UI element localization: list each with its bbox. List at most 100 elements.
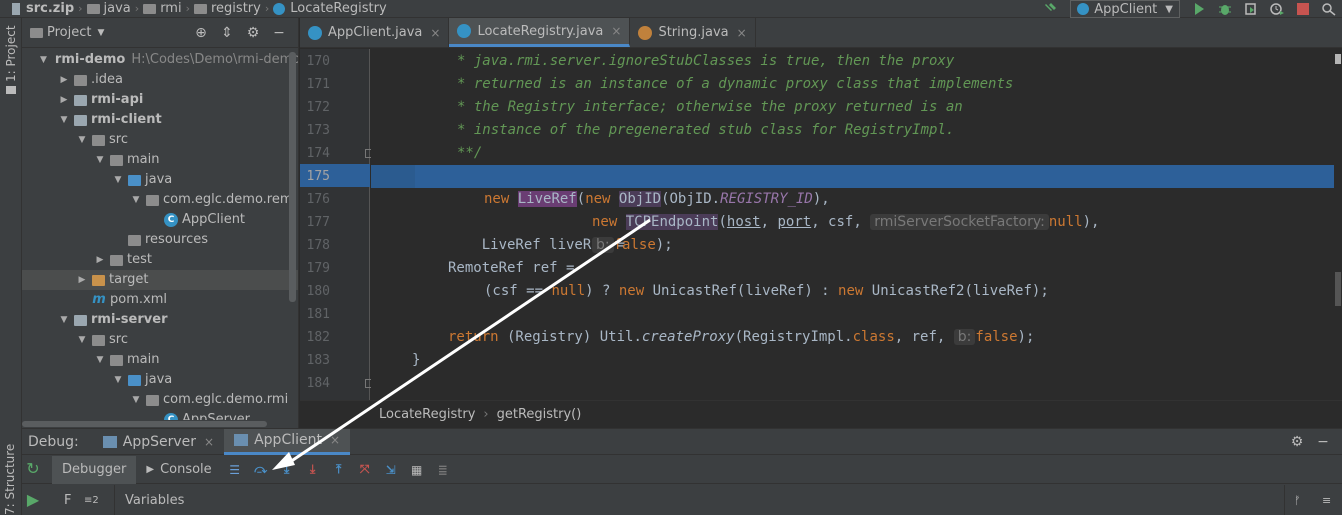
tree-item[interactable]: ▶ test [22, 250, 298, 270]
project-tree-hscrollbar[interactable] [22, 420, 298, 428]
chevron-down-icon[interactable]: ▼ [97, 28, 104, 38]
tree-item[interactable]: ▼ java [22, 370, 298, 390]
chevron-right-icon[interactable]: ▶ [94, 250, 106, 270]
code-breadcrumb-class[interactable]: LocateRegistry [379, 407, 475, 422]
chevron-down-icon[interactable]: ▼ [76, 130, 88, 150]
tree-item[interactable]: ▼ main [22, 350, 298, 370]
project-tool-window-button[interactable]: 1: Project [4, 25, 18, 82]
run-configuration-select[interactable]: AppClient ▼ [1070, 0, 1180, 18]
step-over-icon[interactable]: ⤼ [254, 462, 268, 477]
run-icon[interactable] [1191, 2, 1207, 16]
tree-item[interactable]: ▼ rmi-client [22, 110, 298, 130]
tab-string-java[interactable]: String.java × [630, 18, 756, 47]
editor-gutter[interactable]: 170 171 172 173 174 175 176 177 178 179 … [300, 49, 374, 400]
tree-item[interactable]: ▼ src [22, 330, 298, 350]
chevron-down-icon[interactable]: ▼ [130, 390, 142, 410]
step-out-icon[interactable]: ⤒ [332, 462, 346, 477]
tree-item[interactable]: ▼ src [22, 130, 298, 150]
resume-icon[interactable]: ▶ [22, 490, 44, 512]
minimize-icon[interactable]: − [272, 26, 286, 40]
debug-icon[interactable] [1217, 2, 1233, 16]
chevron-down-icon[interactable]: ▼ [112, 370, 124, 390]
breadcrumb-item-registry[interactable]: registry [211, 1, 261, 16]
tree-item[interactable]: ▼ rmi-demo H:\Codes\Demo\rmi-demo [22, 50, 298, 70]
tab-console[interactable]: ▶ Console [136, 456, 221, 484]
watches-icon[interactable]: ᚠ [1294, 494, 1301, 507]
tree-item[interactable]: C AppClient [22, 210, 298, 230]
debug-tab-appclient[interactable]: AppClient × [224, 428, 351, 455]
scroll-thumb[interactable] [1335, 272, 1341, 306]
close-icon[interactable]: × [737, 26, 747, 40]
tab-appclient-java[interactable]: AppClient.java × [300, 18, 450, 47]
tree-item[interactable]: ▼ com.eglc.demo.rem [22, 190, 298, 210]
code-text: host [726, 214, 761, 230]
gear-icon[interactable]: ⚙ [1290, 435, 1304, 449]
close-icon[interactable]: × [611, 24, 621, 38]
project-tree-scrollbar[interactable] [289, 52, 296, 302]
tree-item[interactable]: m pom.xml [22, 290, 298, 310]
trace-icon[interactable]: ≣ [436, 463, 450, 477]
step-into-icon[interactable]: ⤓ [280, 462, 294, 477]
keyword: new [592, 214, 618, 230]
rerun-icon[interactable]: ↻ [22, 459, 44, 481]
debug-tab-appserver[interactable]: AppServer × [93, 429, 224, 455]
highlighted-usage[interactable]: LiveRef [517, 191, 577, 207]
chevron-down-icon[interactable]: ▼ [112, 170, 124, 190]
show-execution-point-icon[interactable]: ☰ [228, 463, 242, 477]
crosshair-icon[interactable]: ⊕ [194, 26, 208, 40]
code-text: ), [812, 191, 830, 207]
highlighted-usage[interactable]: ObjID [618, 191, 662, 207]
chevron-down-icon[interactable]: ▼ [76, 330, 88, 350]
profile-icon[interactable] [1269, 2, 1285, 16]
search-everywhere-icon[interactable] [1321, 2, 1337, 16]
chevron-down-icon[interactable]: ▼ [130, 190, 142, 210]
tree-item[interactable]: ▼ com.eglc.demo.rmi [22, 390, 298, 410]
code-editor[interactable]: * java.rmi.server.ignoreStubClasses is t… [371, 49, 1342, 400]
stop-icon[interactable] [1295, 2, 1311, 16]
tab-debugger[interactable]: Debugger [52, 455, 137, 484]
close-icon[interactable]: × [330, 433, 340, 447]
breadcrumb-item-locateregistry[interactable]: LocateRegistry [290, 1, 386, 16]
hammer-icon[interactable] [1043, 2, 1059, 16]
coverage-icon[interactable] [1243, 2, 1259, 16]
settings-icon[interactable]: ≡ [1322, 494, 1331, 507]
chevron-right-icon[interactable]: ▶ [76, 270, 88, 290]
gear-icon[interactable]: ⚙ [246, 26, 260, 40]
chevron-right-icon[interactable]: ▶ [58, 90, 70, 110]
close-icon[interactable]: × [204, 435, 214, 449]
chevron-down-icon[interactable]: ▼ [40, 50, 47, 70]
structure-tool-window-button[interactable]: 7: Structure [3, 444, 17, 515]
highlighted-usage[interactable]: TCPEndpoint [625, 214, 719, 230]
code-breadcrumb-method[interactable]: getRegistry() [497, 407, 582, 422]
chevron-down-icon[interactable]: ▼ [94, 150, 106, 170]
breadcrumb-item-java[interactable]: java [104, 1, 131, 16]
tree-item[interactable]: resources [22, 230, 298, 250]
breadcrumb-item-rmi[interactable]: rmi [160, 1, 181, 16]
chevron-down-icon[interactable]: ▼ [58, 110, 70, 130]
minimize-icon[interactable]: − [1316, 435, 1330, 449]
folder-icon [110, 154, 123, 166]
tree-item[interactable]: ▶ rmi-api [22, 90, 298, 110]
folder-icon [92, 334, 105, 346]
tree-item[interactable]: ▼ rmi-server [22, 310, 298, 330]
close-icon[interactable]: × [430, 26, 440, 40]
chevron-down-icon[interactable]: ▼ [94, 350, 106, 370]
tree-item[interactable]: ▶ target [22, 270, 298, 290]
frames-settings-icon[interactable]: ≡2 [84, 495, 99, 506]
evaluate-expression-icon[interactable]: ▦ [410, 463, 424, 477]
tree-item[interactable]: ▼ java [22, 170, 298, 190]
tree-item[interactable]: ▼ main [22, 150, 298, 170]
chevron-right-icon[interactable]: ▶ [58, 70, 70, 90]
breadcrumb-item-src-zip[interactable]: src.zip [26, 1, 74, 16]
drop-frame-icon[interactable]: ⤧ [358, 462, 372, 477]
tab-locateregistry-java[interactable]: LocateRegistry.java × [449, 18, 631, 47]
run-to-cursor-icon[interactable]: ⇲ [384, 463, 398, 477]
editor-scrollbar[interactable] [1334, 52, 1342, 400]
tree-item[interactable]: ▶ .idea [22, 70, 298, 90]
chevron-down-icon[interactable]: ▼ [58, 310, 70, 330]
force-step-into-icon[interactable]: ⤓ [306, 462, 320, 477]
collapse-all-icon[interactable]: ⇕ [220, 26, 234, 40]
code-line-177: new TCPEndpoint(host, port, csf, rmiServ… [371, 211, 1342, 234]
debug-content: ▶ F ≡2 Variables ᚠ ≡ [22, 485, 1342, 515]
project-panel-title[interactable]: Project [47, 25, 91, 40]
